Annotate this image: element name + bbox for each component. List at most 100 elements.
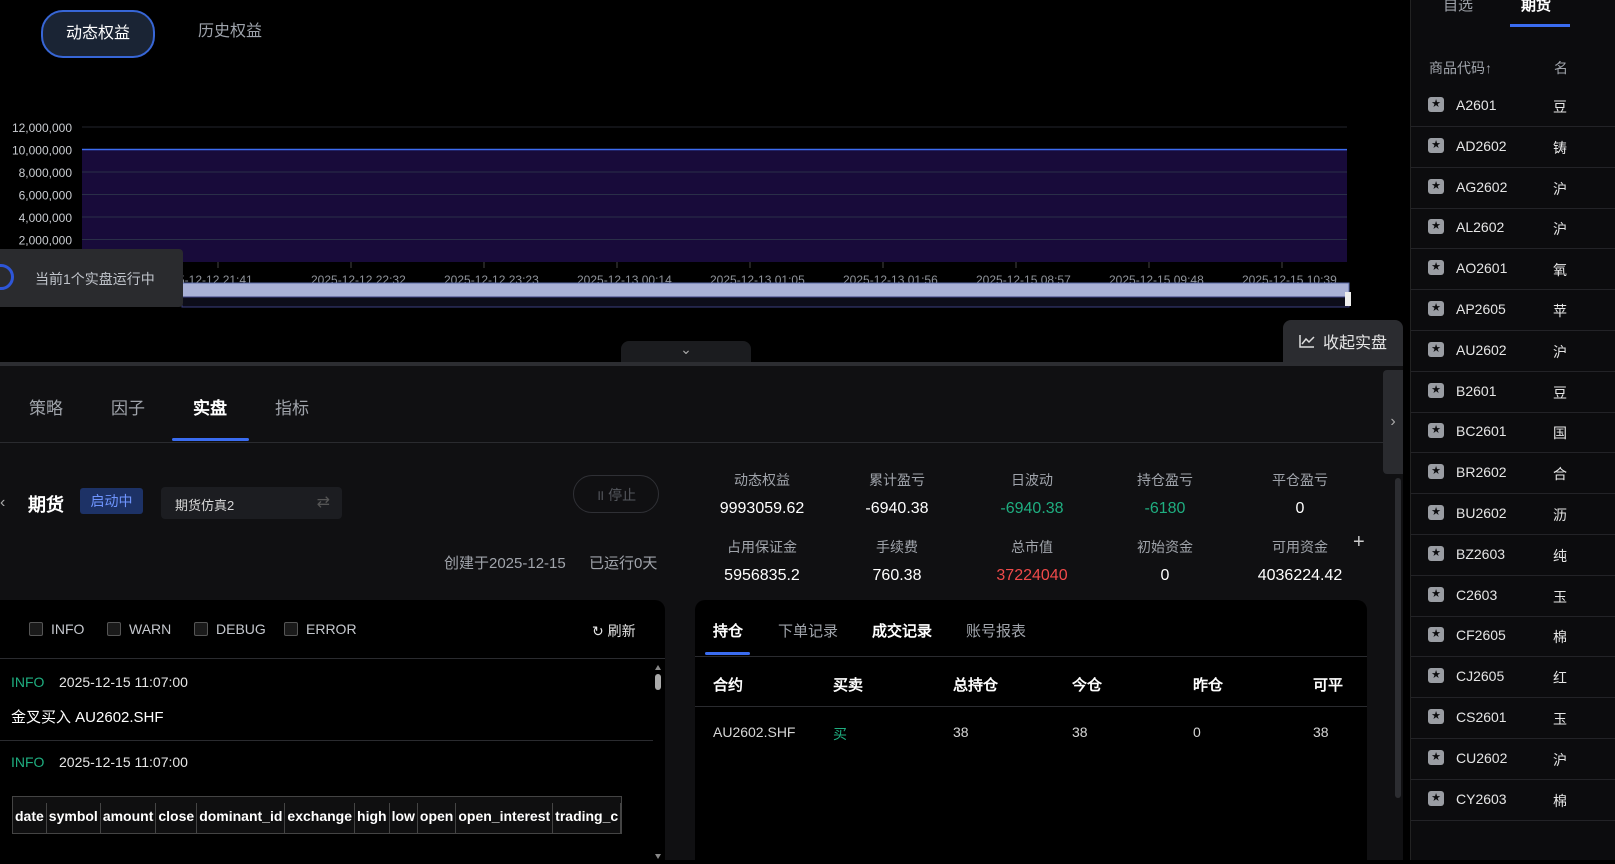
contract-name: 苹 [1553, 301, 1567, 321]
favorite-star-icon[interactable]: ★ [1428, 342, 1444, 357]
contract-name: 沪 [1553, 342, 1567, 362]
favorite-star-icon[interactable]: ★ [1428, 587, 1444, 602]
checkbox[interactable] [29, 622, 43, 636]
favorite-star-icon[interactable]: ★ [1428, 791, 1444, 806]
strategy-type: 期货 [28, 491, 64, 517]
metric-value: -6180 [1110, 500, 1220, 518]
watchlist-row[interactable]: ★C2603玉 [1411, 575, 1615, 617]
filter-label: INFO [51, 621, 84, 637]
watchlist-row[interactable]: ★BU2602沥 [1411, 493, 1615, 535]
favorite-star-icon[interactable]: ★ [1428, 219, 1444, 234]
filter-info[interactable]: INFO [29, 621, 84, 637]
favorite-star-icon[interactable]: ★ [1428, 97, 1444, 112]
favorite-star-icon[interactable]: ★ [1428, 179, 1444, 194]
running-status-box[interactable]: 当前1个实盘运行中 [0, 249, 183, 307]
metric-card: 累计盈亏-6940.38 [842, 470, 952, 518]
contract-name: 玉 [1553, 587, 1567, 607]
tab-dynamic-equity[interactable]: 动态权益 [41, 10, 155, 58]
favorite-star-icon[interactable]: ★ [1428, 383, 1444, 398]
contract-name: 玉 [1553, 709, 1567, 729]
watchlist-row[interactable]: ★AL2602沪 [1411, 207, 1615, 249]
metric-value: 9993059.62 [707, 500, 817, 518]
favorite-star-icon[interactable]: ★ [1428, 627, 1444, 642]
checkbox[interactable] [194, 622, 208, 636]
expand-right-button[interactable]: › [1383, 370, 1403, 474]
checkbox[interactable] [107, 622, 121, 636]
refresh-button[interactable]: ↻ 刷新 [592, 621, 636, 641]
watchlist-row[interactable]: ★CS2601玉 [1411, 697, 1615, 739]
metric-value: 5956835.2 [707, 567, 817, 585]
tab-history-equity[interactable]: 历史权益 [180, 10, 280, 54]
watchlist-row[interactable]: ★B2601豆 [1411, 371, 1615, 413]
tab-factor[interactable]: 因子 [111, 394, 145, 419]
collapse-live-button[interactable]: 收起实盘 [1283, 320, 1403, 362]
favorite-star-icon[interactable]: ★ [1428, 750, 1444, 765]
tab-order-records[interactable]: 下单记录 [778, 620, 838, 641]
favorite-star-icon[interactable]: ★ [1428, 464, 1444, 479]
log-level: INFO [11, 674, 44, 690]
swap-icon: ⇄ [317, 492, 330, 512]
watchlist-row[interactable]: ★CY2603棉 [1411, 779, 1615, 821]
watchlist-row[interactable]: ★AD2602铸 [1411, 126, 1615, 168]
favorite-star-icon[interactable]: ★ [1428, 668, 1444, 683]
tab-indicator[interactable]: 指标 [275, 394, 309, 419]
strategy-area: 策略 因子 实盘 指标 › ‹ 期货 启动中 期货仿真2 ⇄ ॥ 停止 创建于2… [0, 362, 1403, 860]
log-filter-bar: INFO WARN DEBUG ERROR ↻ 刷新 [0, 600, 665, 659]
stop-button[interactable]: ॥ 停止 [573, 475, 659, 513]
watchlist-row[interactable]: ★AG2602沪 [1411, 167, 1615, 209]
tab-positions[interactable]: 持仓 [713, 620, 743, 641]
zoom-slider-handle [182, 283, 1349, 297]
metric-card: 可用资金4036224.42 [1245, 537, 1355, 585]
table-column-header: symbol [47, 803, 101, 833]
active-tab-indicator [705, 652, 750, 655]
watchlist-row[interactable]: ★BC2601国 [1411, 411, 1615, 453]
watchlist-row[interactable]: ★ A2601 豆 [1411, 85, 1615, 127]
favorite-star-icon[interactable]: ★ [1428, 423, 1444, 438]
tab-futures[interactable]: 期货 [1521, 0, 1551, 15]
tab-strategy[interactable]: 策略 [29, 394, 63, 419]
filter-debug[interactable]: DEBUG [194, 621, 266, 637]
collapse-chart-button[interactable]: ⌄ [621, 341, 751, 362]
watchlist-row[interactable]: ★AO2601氧 [1411, 248, 1615, 290]
account-select[interactable]: 期货仿真2 ⇄ [161, 487, 342, 519]
favorite-star-icon[interactable]: ★ [1428, 138, 1444, 153]
table-column-header: open_interest [456, 803, 553, 833]
metric-label: 占用保证金 [707, 537, 817, 557]
checkbox[interactable] [284, 622, 298, 636]
active-tab-indicator [1510, 24, 1570, 27]
scrollbar[interactable] [1395, 478, 1401, 798]
watchlist-row[interactable]: ★AU2602沪 [1411, 330, 1615, 372]
metric-label: 累计盈亏 [842, 470, 952, 490]
contract-code: CY2603 [1456, 791, 1507, 807]
tab-live[interactable]: 实盘 [193, 394, 227, 419]
filter-warn[interactable]: WARN [107, 621, 171, 637]
watchlist-row[interactable]: ★CF2605棉 [1411, 615, 1615, 657]
column-header-code[interactable]: 商品代码↑ [1429, 58, 1492, 78]
column-header-name[interactable]: 名 [1554, 58, 1568, 78]
favorite-star-icon[interactable]: ★ [1428, 709, 1444, 724]
watchlist-row[interactable]: ★CU2602沪 [1411, 738, 1615, 780]
contract-code: BU2602 [1456, 505, 1507, 521]
tab-favorites[interactable]: 自选 [1443, 0, 1473, 15]
tab-account-report[interactable]: 账号报表 [966, 620, 1026, 641]
position-cell[interactable]: AU2602.SHF [713, 724, 795, 740]
contract-code: A2601 [1456, 97, 1496, 113]
favorite-star-icon[interactable]: ★ [1428, 260, 1444, 275]
watchlist-row[interactable]: ★BZ2603纯 [1411, 534, 1615, 576]
metric-card: 动态权益9993059.62 [707, 470, 817, 518]
contract-code: BR2602 [1456, 464, 1507, 480]
watchlist-row[interactable]: ★BR2602合 [1411, 452, 1615, 494]
favorite-star-icon[interactable]: ★ [1428, 546, 1444, 561]
tab-trade-records[interactable]: 成交记录 [872, 620, 932, 641]
account-select-value: 期货仿真2 [175, 495, 234, 514]
chevron-left-icon[interactable]: ‹ [0, 494, 5, 512]
watchlist-row[interactable]: ★CJ2605红 [1411, 656, 1615, 698]
favorite-star-icon[interactable]: ★ [1428, 505, 1444, 520]
watchlist-row[interactable]: ★AP2605苹 [1411, 289, 1615, 331]
favorite-star-icon[interactable]: ★ [1428, 301, 1444, 316]
filter-error[interactable]: ERROR [284, 621, 357, 637]
add-funds-icon[interactable]: + [1353, 531, 1365, 554]
contract-name: 豆 [1553, 97, 1567, 117]
metric-value: 37224040 [977, 567, 1087, 585]
log-scrollbar[interactable] [655, 662, 661, 864]
